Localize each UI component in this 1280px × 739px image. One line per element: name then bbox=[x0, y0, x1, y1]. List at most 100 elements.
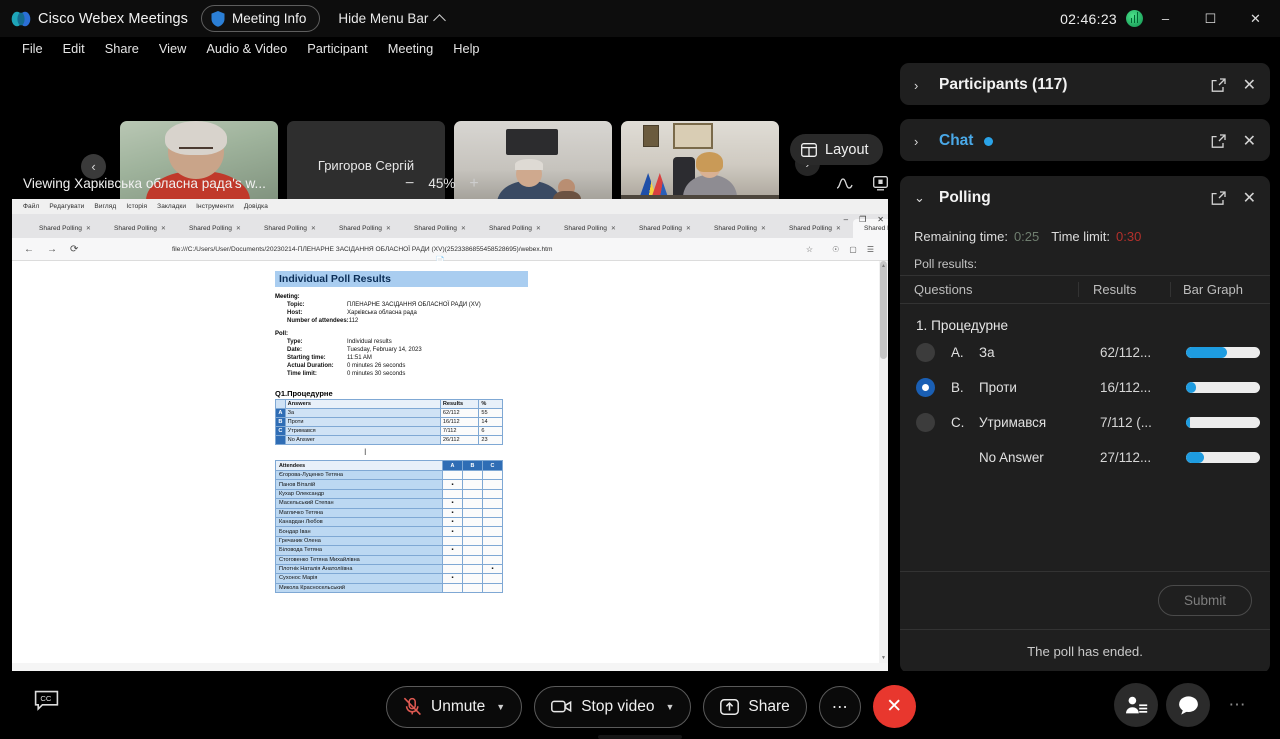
stop-video-button[interactable]: Stop video ▼ bbox=[534, 686, 691, 728]
scroll-up-arrow-icon[interactable]: ▲ bbox=[881, 263, 886, 269]
poll-option-row[interactable]: A.За62/112... bbox=[900, 335, 1270, 370]
menu-item-audio-video[interactable]: Audio & Video bbox=[196, 41, 297, 56]
browser-tab[interactable]: Shared Polling✕ bbox=[628, 219, 702, 238]
popout-icon[interactable] bbox=[1211, 134, 1226, 149]
browser-tab-close-icon[interactable]: ✕ bbox=[461, 225, 466, 232]
poll-option-row[interactable]: B.Проти16/112... bbox=[900, 370, 1270, 405]
popout-icon[interactable] bbox=[1211, 78, 1226, 93]
browser-tab[interactable]: Shared Polling✕ bbox=[403, 219, 477, 238]
chat-panel-header[interactable]: › Chat ✕ bbox=[900, 119, 1270, 163]
scrollbar-thumb[interactable] bbox=[880, 261, 887, 359]
back-icon[interactable]: ← bbox=[24, 244, 34, 255]
menu-item-share[interactable]: Share bbox=[95, 41, 149, 56]
popout-icon[interactable] bbox=[1211, 191, 1226, 206]
polling-panel-header[interactable]: ⌄ Polling ✕ bbox=[900, 176, 1270, 220]
network-status-icon[interactable] bbox=[1126, 10, 1143, 27]
poll-option-row[interactable]: C.Утримався7/112 (... bbox=[900, 405, 1270, 440]
browser-tab-close-icon[interactable]: ✕ bbox=[761, 225, 766, 232]
unmute-button[interactable]: Unmute ▼ bbox=[386, 686, 522, 728]
browser-tab[interactable]: Shared Polling✕ bbox=[28, 219, 102, 238]
browser-menu-view[interactable]: Вигляд bbox=[89, 203, 121, 210]
chat-panel[interactable]: › Chat ✕ bbox=[900, 119, 1270, 161]
chevron-down-icon[interactable]: ⌄ bbox=[914, 190, 929, 206]
close-icon[interactable]: ✕ bbox=[1243, 131, 1256, 151]
browser-scrollbar[interactable]: ▲ ▼ bbox=[879, 261, 888, 663]
meeting-info-button[interactable]: Meeting Info bbox=[201, 5, 320, 32]
browser-tab[interactable]: Shared Polling✕ bbox=[703, 219, 777, 238]
more-options-button[interactable]: ⋯ bbox=[819, 686, 861, 728]
participants-panel-header[interactable]: › Participants (117) ✕ bbox=[900, 63, 1270, 107]
zoom-out-button[interactable]: − bbox=[405, 175, 414, 193]
account-icon[interactable]: ☉ bbox=[832, 245, 839, 254]
browser-tab[interactable]: Shared Polling✕ bbox=[553, 219, 627, 238]
close-icon[interactable]: ✕ bbox=[1243, 75, 1256, 95]
poll-option-radio[interactable] bbox=[916, 378, 935, 397]
scroll-down-arrow-icon[interactable]: ▼ bbox=[881, 655, 886, 661]
menu-item-participant[interactable]: Participant bbox=[297, 41, 377, 56]
browser-tab[interactable]: Shared Polling✕ bbox=[328, 219, 402, 238]
browser-menu-edit[interactable]: Редагувати bbox=[44, 203, 89, 210]
address-bar[interactable]: 📄 file:///C:/Users/User/Documents/202302… bbox=[172, 246, 552, 253]
layout-button[interactable]: Layout bbox=[790, 134, 883, 165]
window-close-button[interactable]: ✕ bbox=[1233, 0, 1278, 37]
poll-option-radio[interactable] bbox=[916, 413, 935, 432]
close-icon[interactable]: ✕ bbox=[1243, 188, 1256, 208]
browser-menu-icon[interactable]: ☰ bbox=[867, 245, 874, 254]
browser-tab[interactable]: Shared Polling✕ bbox=[103, 219, 177, 238]
participants-panel-toggle[interactable] bbox=[1114, 683, 1158, 727]
browser-close-button[interactable]: ✕ bbox=[877, 215, 884, 224]
browser-menu-file[interactable]: Файл bbox=[18, 203, 44, 210]
more-panels-button[interactable]: ⋯ bbox=[1218, 683, 1258, 727]
browser-tab[interactable]: Shared Polling✕ bbox=[253, 219, 327, 238]
browser-menu-tools[interactable]: Інструменти bbox=[191, 203, 239, 210]
browser-maximize-button[interactable]: ❐ bbox=[859, 215, 866, 224]
browser-tab[interactable]: Shared Polling✕ bbox=[178, 219, 252, 238]
participants-panel[interactable]: › Participants (117) ✕ bbox=[900, 63, 1270, 105]
browser-tab[interactable]: Shared Polling✕ bbox=[778, 219, 852, 238]
browser-tab-close-icon[interactable]: ✕ bbox=[686, 225, 691, 232]
browser-page-content[interactable]: Individual Poll Results Meeting: Topic: … bbox=[12, 261, 888, 663]
browser-tab-close-icon[interactable]: ✕ bbox=[311, 225, 316, 232]
closed-caption-button[interactable]: CC bbox=[30, 685, 63, 715]
browser-tab-close-icon[interactable]: ✕ bbox=[161, 225, 166, 232]
extensions-icon[interactable]: ▢ bbox=[849, 245, 857, 254]
poll-option-row[interactable]: No Answer27/112... bbox=[900, 440, 1270, 475]
window-minimize-button[interactable]: – bbox=[1143, 0, 1188, 37]
end-meeting-button[interactable]: ✕ bbox=[873, 685, 916, 728]
hide-menu-bar-button[interactable]: Hide Menu Bar bbox=[338, 11, 444, 26]
browser-menu-help[interactable]: Довідка bbox=[239, 203, 273, 210]
menu-item-view[interactable]: View bbox=[149, 41, 197, 56]
menu-item-help[interactable]: Help bbox=[443, 41, 489, 56]
browser-menu-bookmarks[interactable]: Закладки bbox=[152, 203, 191, 210]
shared-browser-window[interactable]: Файл Редагувати Вигляд Історія Закладки … bbox=[12, 199, 888, 671]
annotate-icon[interactable] bbox=[836, 176, 853, 191]
chevron-down-icon[interactable]: ▼ bbox=[496, 702, 505, 712]
share-screen-icon[interactable] bbox=[873, 176, 888, 191]
zoom-in-button[interactable]: + bbox=[469, 175, 478, 193]
window-maximize-button[interactable]: ☐ bbox=[1188, 0, 1233, 37]
shield-icon bbox=[211, 11, 225, 27]
browser-tab-close-icon[interactable]: ✕ bbox=[536, 225, 541, 232]
polling-panel[interactable]: ⌄ Polling ✕ Remaining time: 0:25 Time li… bbox=[900, 176, 1270, 673]
menu-item-edit[interactable]: Edit bbox=[53, 41, 95, 56]
browser-menu-history[interactable]: Історія bbox=[121, 203, 152, 210]
menu-item-meeting[interactable]: Meeting bbox=[378, 41, 444, 56]
chevron-right-icon[interactable]: › bbox=[914, 78, 929, 93]
share-button[interactable]: Share bbox=[703, 686, 806, 728]
bookmark-star-icon[interactable]: ☆ bbox=[806, 245, 813, 254]
browser-tab-close-icon[interactable]: ✕ bbox=[236, 225, 241, 232]
chevron-right-icon[interactable]: › bbox=[914, 134, 929, 149]
reload-icon[interactable]: ⟳ bbox=[70, 244, 78, 255]
browser-minimize-button[interactable]: – bbox=[844, 215, 848, 224]
browser-tab-close-icon[interactable]: ✕ bbox=[86, 225, 91, 232]
browser-tab-close-icon[interactable]: ✕ bbox=[611, 225, 616, 232]
chevron-down-icon[interactable]: ▼ bbox=[665, 702, 674, 712]
submit-button[interactable]: Submit bbox=[1158, 585, 1252, 616]
forward-icon[interactable]: → bbox=[47, 244, 57, 255]
menu-item-file[interactable]: File bbox=[12, 41, 53, 56]
browser-tab[interactable]: Shared Polling✕ bbox=[478, 219, 552, 238]
browser-tab-close-icon[interactable]: ✕ bbox=[386, 225, 391, 232]
chat-panel-toggle[interactable] bbox=[1166, 683, 1210, 727]
poll-option-radio[interactable] bbox=[916, 343, 935, 362]
browser-tab-close-icon[interactable]: ✕ bbox=[836, 225, 841, 232]
